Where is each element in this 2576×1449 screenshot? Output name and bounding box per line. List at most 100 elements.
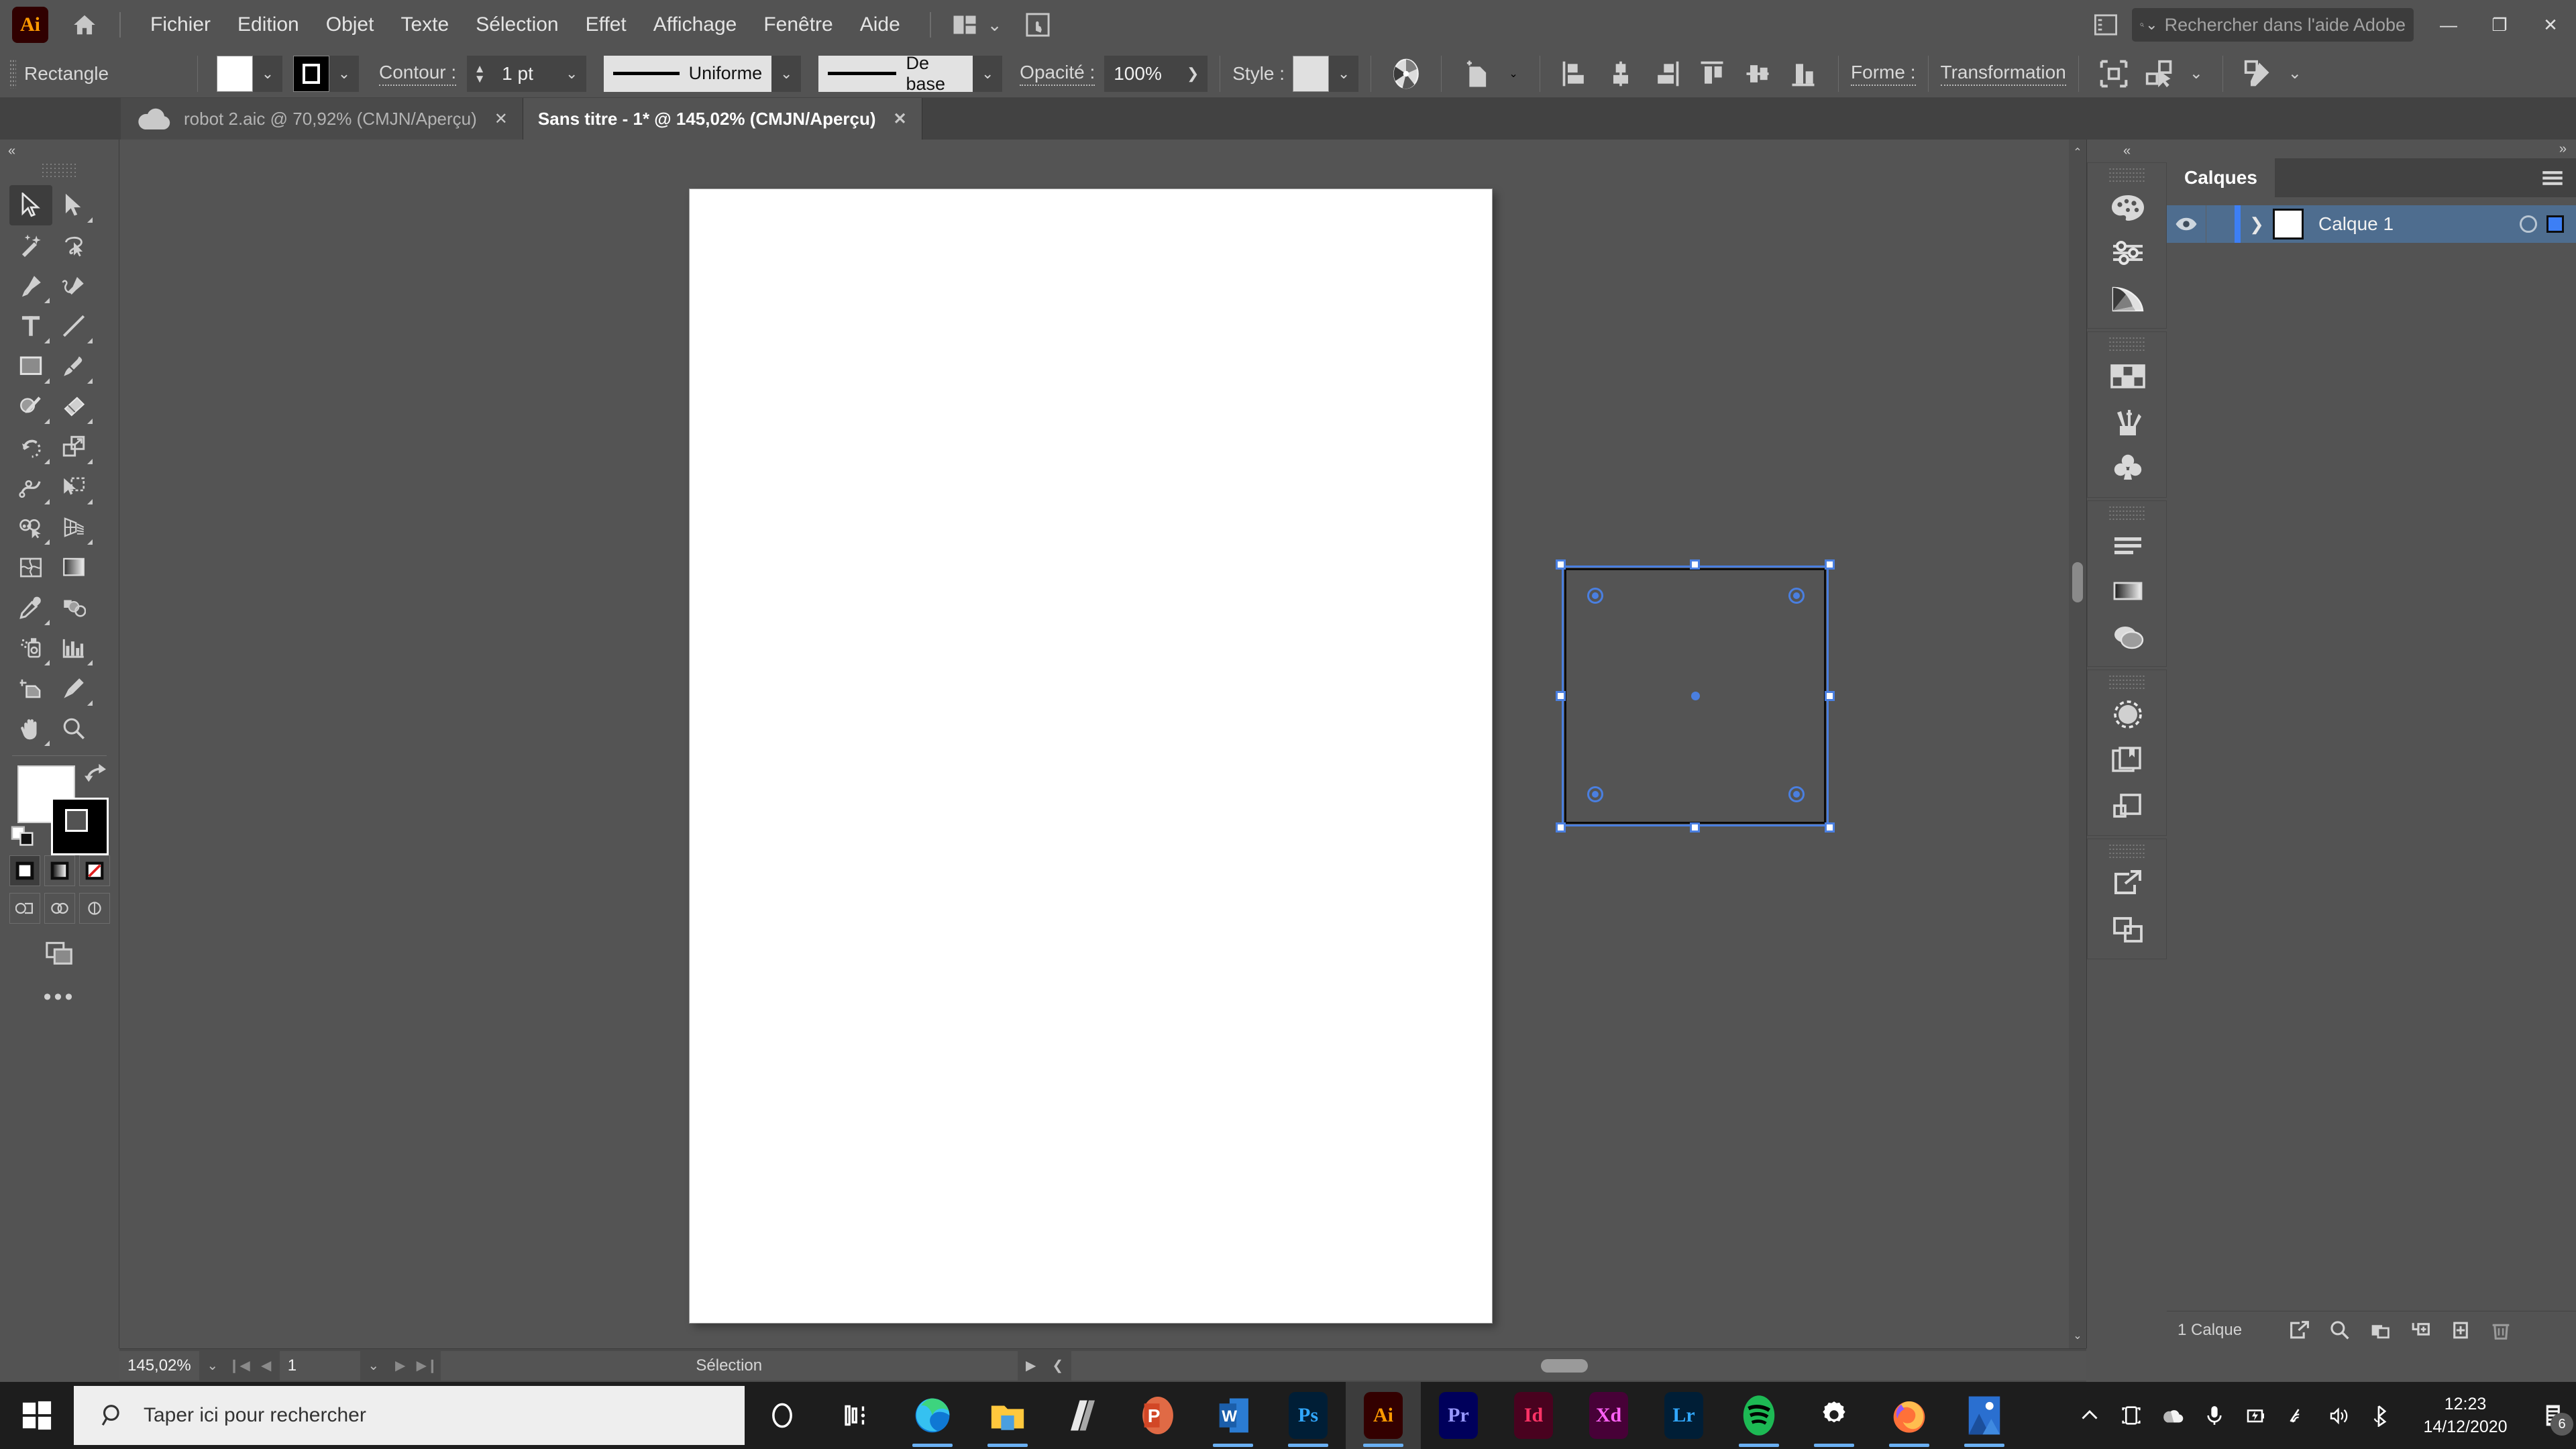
handle-bottom-center[interactable] <box>1690 822 1700 833</box>
rotate-tool[interactable] <box>9 427 52 467</box>
transform-chevron-down-icon[interactable]: ⌄ <box>1503 55 1523 93</box>
make-clipping-mask-icon[interactable] <box>2360 1311 2400 1349</box>
transform-each-icon[interactable] <box>1458 55 1495 93</box>
show-hidden-icons-icon[interactable] <box>2069 1382 2110 1449</box>
handle-top-left[interactable] <box>1556 559 1566 570</box>
taskbar-app-premiere-pro-icon[interactable]: Pr <box>1421 1382 1496 1449</box>
bluetooth-audio-icon[interactable] <box>2360 1382 2402 1449</box>
shaper-tool[interactable] <box>9 386 52 427</box>
delete-selection-icon[interactable] <box>2481 1311 2521 1349</box>
last-artboard-button[interactable]: ▶❙ <box>414 1351 441 1381</box>
taskbar-app-firefox-icon[interactable] <box>1872 1382 1947 1449</box>
taskbar-app-microsoft-edge-icon[interactable] <box>895 1382 970 1449</box>
line-segment-tool[interactable] <box>52 306 95 346</box>
scroll-down-icon[interactable]: ⌄ <box>2069 1326 2086 1346</box>
layer-selection-indicator[interactable] <box>2546 215 2564 233</box>
free-transform-tool[interactable] <box>52 467 95 507</box>
stroke-weight-value[interactable]: 1 pt <box>492 56 557 92</box>
handle-middle-right[interactable] <box>1825 691 1835 701</box>
rectangle-tool[interactable] <box>9 346 52 386</box>
release-to-layers-icon[interactable] <box>2279 1311 2320 1349</box>
scroll-thumb[interactable] <box>2072 562 2083 602</box>
search-input[interactable]: ⌄ Rechercher dans l'aide Adobe <box>2132 8 2414 42</box>
menu-item-fichier[interactable]: Fichier <box>137 8 224 42</box>
cortana-icon[interactable] <box>745 1382 820 1449</box>
color-mode-icon[interactable] <box>9 855 40 886</box>
collapse-toolbar-icon[interactable]: « <box>0 140 119 162</box>
screen-rotation-icon[interactable] <box>2110 1382 2152 1449</box>
document-tab-sans-titre[interactable]: Sans titre - 1* @ 145,02% (CMJN/Aperçu) … <box>523 98 922 140</box>
align-center-horizontal-icon[interactable] <box>1602 55 1640 93</box>
battery-charging-icon[interactable] <box>2235 1382 2277 1449</box>
menu-item-aide[interactable]: Aide <box>847 8 914 42</box>
blend-tool[interactable] <box>52 588 95 628</box>
chevron-down-icon[interactable]: ⌄ <box>982 7 1008 43</box>
paintbrush-tool[interactable] <box>52 346 95 386</box>
zoom-tool[interactable] <box>52 708 95 749</box>
scroll-up-icon[interactable]: ⌃ <box>2069 142 2086 162</box>
stroke-profile-control[interactable]: Uniforme ⌄ <box>604 56 801 92</box>
gradient-mode-icon[interactable] <box>44 855 75 886</box>
align-center-vertical-icon[interactable] <box>1739 55 1776 93</box>
stroke-profile-value[interactable]: Uniforme <box>604 56 771 92</box>
hand-tool[interactable] <box>9 708 52 749</box>
tab-close-icon[interactable]: ✕ <box>494 109 508 129</box>
shape-builder-tool[interactable] <box>9 507 52 547</box>
status-menu-arrow-icon[interactable]: ▶ <box>1018 1351 1044 1381</box>
screen-mode-full-icon[interactable] <box>44 893 75 924</box>
stroke-weight-chevron-down-icon[interactable]: ⌄ <box>557 56 586 92</box>
none-mode-icon[interactable] <box>79 855 110 886</box>
locate-object-icon[interactable] <box>2320 1311 2360 1349</box>
volume-icon[interactable] <box>2318 1382 2360 1449</box>
document-tab-robot2[interactable]: robot 2.aic @ 70,92% (CMJN/Aperçu) ✕ <box>121 98 523 140</box>
handle-top-right[interactable] <box>1825 559 1835 570</box>
chevron-right-icon[interactable]: ❯ <box>2241 214 2273 235</box>
windows-start-icon[interactable] <box>0 1382 74 1449</box>
align-right-icon[interactable] <box>1648 55 1685 93</box>
style-control[interactable]: ⌄ <box>1293 56 1358 92</box>
dock-group-grip[interactable] <box>2108 505 2146 520</box>
fill-control[interactable]: ⌄ <box>217 56 282 92</box>
opacity-value[interactable]: 100% <box>1104 56 1178 92</box>
recolor-artwork-icon[interactable] <box>1387 55 1425 93</box>
canvas-area[interactable]: ⌃ ⌄ <box>119 140 2086 1348</box>
isolate-selected-icon[interactable] <box>2095 55 2133 93</box>
touch-workspace-icon[interactable] <box>1020 7 1056 43</box>
control-bar-grip[interactable] <box>9 59 16 89</box>
stroke-panel-icon[interactable] <box>2088 568 2168 614</box>
layer-name[interactable]: Calque 1 <box>2318 213 2394 235</box>
graphic-styles-panel-icon[interactable] <box>2088 737 2168 783</box>
swatches-panel-icon[interactable] <box>2088 354 2168 399</box>
selection-tool[interactable] <box>9 185 52 225</box>
menu-item-fenetre[interactable]: Fenêtre <box>750 8 846 42</box>
swap-fill-stroke-icon[interactable] <box>83 763 107 784</box>
handle-middle-left[interactable] <box>1556 691 1566 701</box>
brush-definition-control[interactable]: De base ⌄ <box>818 56 1002 92</box>
corner-radius-widget-top-left[interactable] <box>1587 588 1603 604</box>
lasso-tool[interactable] <box>52 225 95 266</box>
panel-toggle-icon[interactable] <box>2089 7 2123 43</box>
type-tool[interactable] <box>9 306 52 346</box>
close-button[interactable]: ✕ <box>2525 0 2576 50</box>
selected-rectangle[interactable] <box>1562 566 1829 826</box>
opacity-expand-icon[interactable]: ❯ <box>1178 56 1208 92</box>
dock-group-grip[interactable] <box>2108 167 2146 182</box>
canvas-vertical-scrollbar[interactable]: ⌃ ⌄ <box>2069 140 2086 1348</box>
stroke-swatch[interactable] <box>293 56 329 92</box>
create-new-layer-icon[interactable] <box>2440 1311 2481 1349</box>
taskbar-app-photos-icon[interactable] <box>1947 1382 2022 1449</box>
brush-definition-value[interactable]: De base <box>818 56 973 92</box>
eraser-tool[interactable] <box>52 386 95 427</box>
tab-close-icon[interactable]: ✕ <box>894 109 907 129</box>
brushes-panel-icon[interactable] <box>2088 399 2168 445</box>
stroke-control[interactable]: ⌄ <box>293 56 359 92</box>
stroke-chevron-down-icon[interactable]: ⌄ <box>329 56 359 92</box>
horizontal-scroll-thumb[interactable] <box>1541 1359 1588 1373</box>
microphone-icon[interactable] <box>2194 1382 2235 1449</box>
menu-item-texte[interactable]: Texte <box>387 8 462 42</box>
status-chevron-left-icon[interactable]: ❮ <box>1044 1351 1071 1381</box>
dock-group-grip[interactable] <box>2108 336 2146 351</box>
taskbar-app-word-icon[interactable]: W <box>1195 1382 1271 1449</box>
taskbar-clock[interactable]: 12:23 14/12/2020 <box>2402 1393 2529 1438</box>
stroke-weight-stepper[interactable]: ▲▼ <box>467 56 492 92</box>
